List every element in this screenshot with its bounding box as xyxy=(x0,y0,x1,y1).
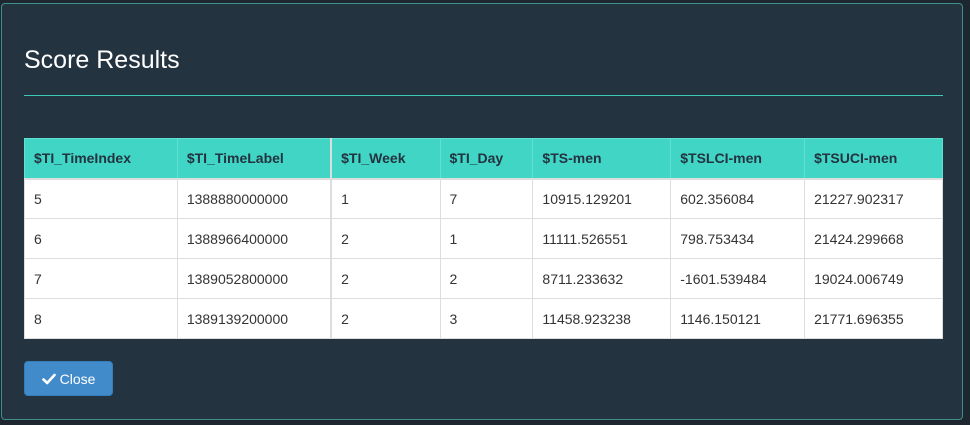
table-cell: 11458.923238 xyxy=(532,298,672,339)
table-cell: 798.753434 xyxy=(670,218,806,259)
table-cell: 5 xyxy=(24,177,178,219)
table-cell: 3 xyxy=(439,298,534,339)
table-row: 7 1389052800000 2 2 8711.233632 -1601.53… xyxy=(24,258,943,299)
close-button-label: Close xyxy=(59,370,96,387)
column-header: $TI_Week xyxy=(330,138,441,179)
table-cell: 1146.150121 xyxy=(670,298,806,339)
table-cell: 21424.299668 xyxy=(804,218,943,259)
table-cell: 7 xyxy=(24,258,178,299)
modal-title: Score Results xyxy=(24,46,180,74)
column-header: $TS-men xyxy=(532,138,672,179)
table-row: 8 1389139200000 2 3 11458.923238 1146.15… xyxy=(24,298,943,339)
column-header: $TI_TimeIndex xyxy=(24,138,178,179)
table-cell: 1388880000000 xyxy=(176,177,332,219)
table-cell: 10915.129201 xyxy=(532,177,672,219)
table-cell: 19024.006749 xyxy=(804,258,943,299)
column-header: $TSUCI-men xyxy=(804,138,943,179)
column-header: $TI_Day xyxy=(439,138,534,179)
table-header-row: $TI_TimeIndex $TI_TimeLabel $TI_Week $TI… xyxy=(24,138,943,179)
table-cell: 1 xyxy=(439,218,534,259)
table-cell: 1389139200000 xyxy=(176,298,332,339)
title-divider xyxy=(24,95,943,96)
score-results-modal: Score Results $TI_TimeIndex $TI_TimeLabe… xyxy=(1,3,963,420)
column-header: $TSLCI-men xyxy=(670,138,806,179)
column-header: $TI_TimeLabel xyxy=(176,138,332,179)
table-cell: 21771.696355 xyxy=(804,298,943,339)
table-cell: 602.356084 xyxy=(670,177,806,219)
table-cell: 1 xyxy=(330,177,441,219)
table-cell: 2 xyxy=(330,258,441,299)
close-button[interactable]: Close xyxy=(24,361,113,396)
table-cell: 2 xyxy=(330,218,441,259)
table-cell: 6 xyxy=(24,218,178,259)
table-cell: -1601.539484 xyxy=(670,258,806,299)
table-cell: 11111.526551 xyxy=(532,218,672,259)
table-row: 6 1388966400000 2 1 11111.526551 798.753… xyxy=(24,218,943,259)
table-cell: 7 xyxy=(439,177,534,219)
table-cell: 8711.233632 xyxy=(532,258,672,299)
check-icon xyxy=(41,372,56,386)
table-cell: 1388966400000 xyxy=(176,218,332,259)
table-cell: 2 xyxy=(330,298,441,339)
table-cell: 1389052800000 xyxy=(176,258,332,299)
table-cell: 2 xyxy=(439,258,534,299)
results-table: $TI_TimeIndex $TI_TimeLabel $TI_Week $TI… xyxy=(24,138,943,339)
table-row: 5 1388880000000 1 7 10915.129201 602.356… xyxy=(24,177,943,219)
table-cell: 21227.902317 xyxy=(804,177,943,219)
table-cell: 8 xyxy=(24,298,178,339)
